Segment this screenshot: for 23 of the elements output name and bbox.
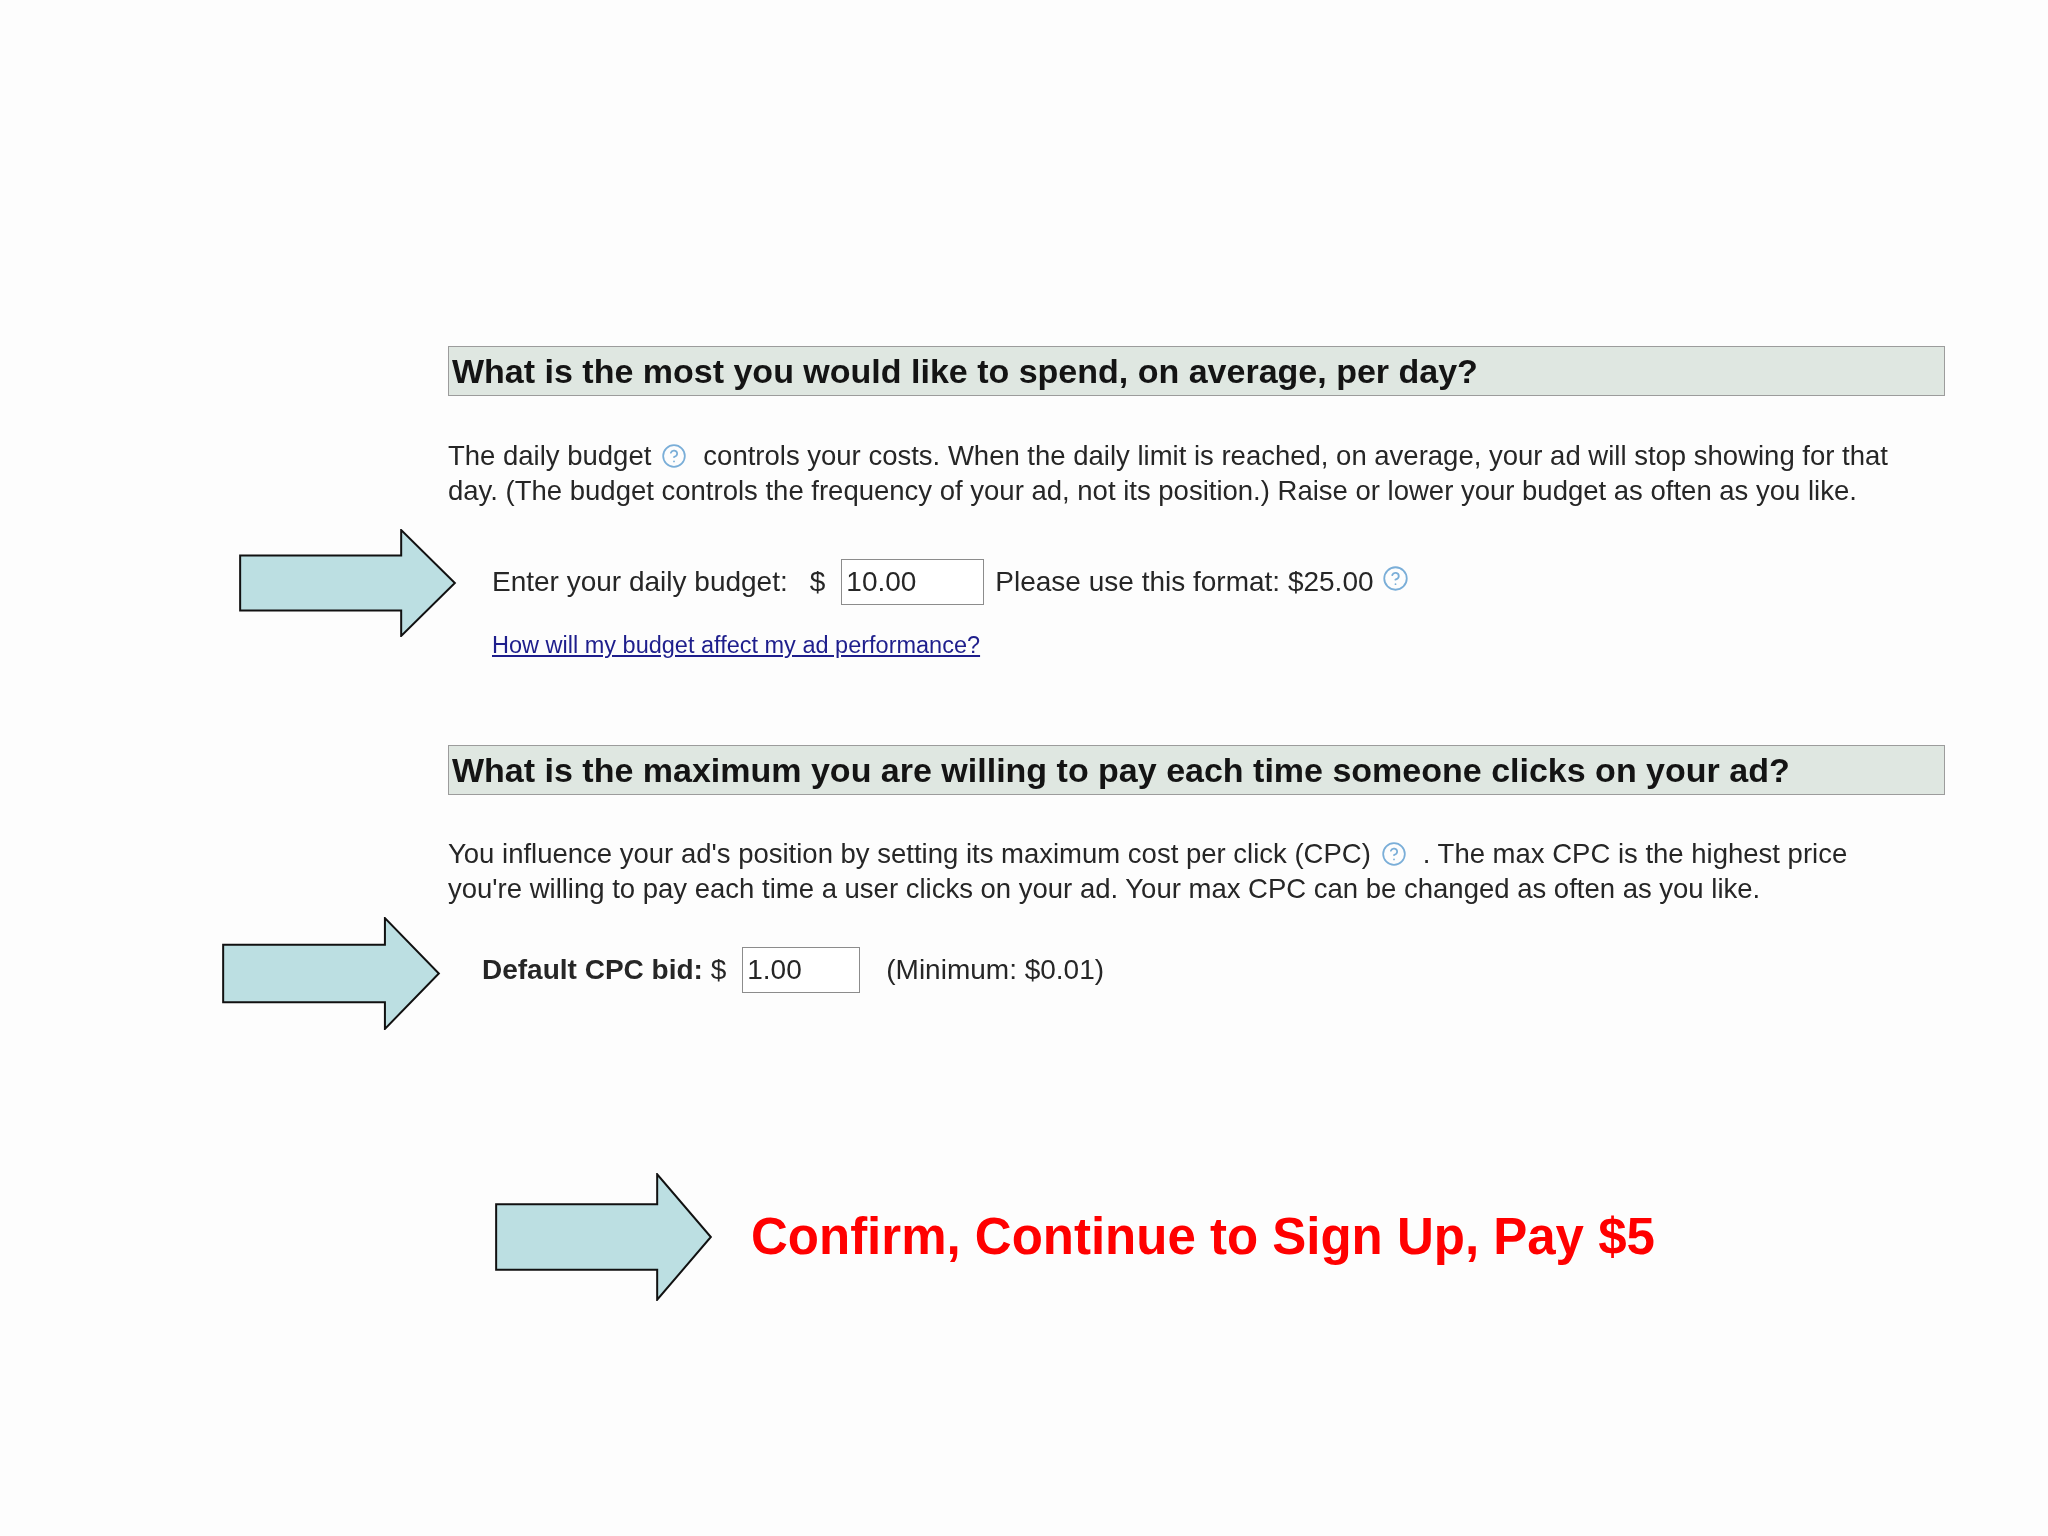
call-to-action-text: Confirm, Continue to Sign Up, Pay $5: [751, 1206, 1655, 1267]
description-text: day. (The budget controls the frequency of your ad, not its position.) Raise or lower your budget as often as you like.: [448, 474, 1857, 508]
description-text: you're willing to pay each time a user clicks on your ad. Your max CPC can be changed as often as you like.: [448, 872, 1761, 906]
section-heading: What is the maximum you are willing to pay each time someone clicks on your ad?: [448, 745, 1945, 795]
help-icon[interactable]: [661, 442, 688, 469]
section-heading: What is the most you would like to spend, on average, per day?: [448, 346, 1945, 396]
budget-input[interactable]: 10.00: [841, 559, 985, 605]
help-icon[interactable]: [1381, 564, 1409, 592]
right-arrow-icon: [221, 917, 441, 1030]
description-text: controls your costs. When the daily limit is reached, on average, your ad will stop showing for that: [703, 439, 1888, 473]
minimum-hint: (Minimum: $0.01): [886, 953, 1105, 987]
right-arrow-icon: [238, 529, 457, 637]
description-text: The daily budget: [448, 439, 652, 473]
bid-input[interactable]: 1.00: [742, 947, 861, 993]
help-icon[interactable]: [1380, 840, 1407, 867]
format-hint: Please use this format: $25.00: [995, 565, 1374, 599]
currency-symbol: $: [809, 565, 826, 599]
field-label: Enter your daily budget:: [492, 565, 788, 599]
description-text: You influence your ad's position by setting its maximum cost per click (CPC): [448, 837, 1371, 871]
help-link[interactable]: How will my budget affect my ad performance?: [492, 631, 981, 659]
right-arrow-icon: [494, 1173, 713, 1301]
description-text: . The max CPC is the highest price: [1422, 837, 1848, 871]
bid-label: Default CPC bid: $: [482, 953, 727, 987]
